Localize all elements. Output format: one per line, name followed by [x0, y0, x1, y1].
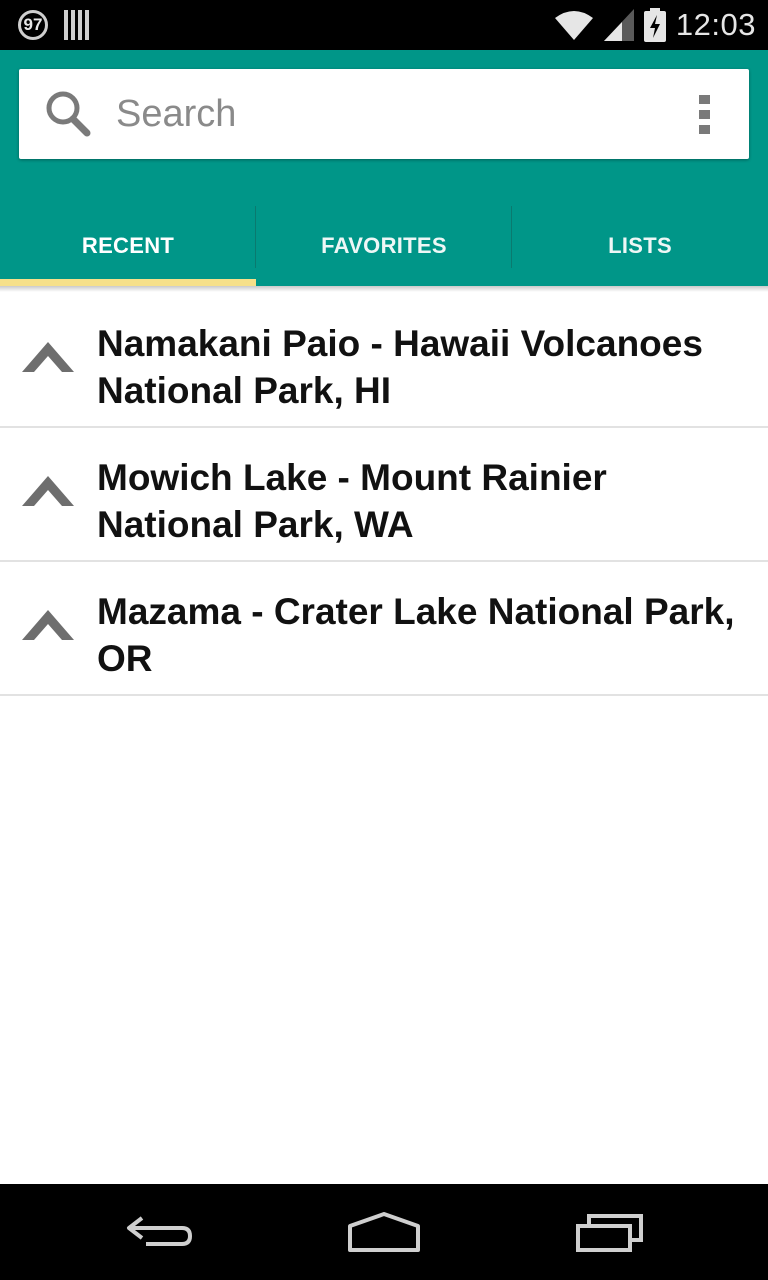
- tab-recent-label: RECENT: [81, 233, 175, 258]
- status-left: 97: [18, 8, 90, 42]
- tab-recent[interactable]: RECENT: [0, 206, 256, 286]
- tab-lists-label: LISTS: [608, 233, 672, 258]
- tab-favorites[interactable]: FAVORITES: [256, 206, 512, 286]
- campground-name: Namakani Paio - Hawaii Volcanoes Nationa…: [97, 323, 703, 411]
- tab-lists[interactable]: LISTS: [512, 206, 768, 286]
- notification-badge-count: 97: [23, 15, 43, 34]
- list-item[interactable]: Mowich Lake - Mount Rainier National Par…: [0, 428, 768, 562]
- recent-list: Namakani Paio - Hawaii Volcanoes Nationa…: [0, 294, 768, 696]
- tab-selected-indicator: [0, 279, 256, 286]
- signal-icon: [603, 9, 634, 41]
- wifi-icon: [554, 11, 593, 40]
- battery-charging-icon: [643, 8, 666, 42]
- search-icon[interactable]: [43, 89, 93, 139]
- search-bar[interactable]: Search: [19, 69, 749, 159]
- status-bar: 97 12:03: [0, 0, 768, 50]
- tab-favorites-label: FAVORITES: [321, 233, 447, 258]
- list-item[interactable]: Namakani Paio - Hawaii Volcanoes Nationa…: [0, 294, 768, 428]
- tab-bar: RECENT FAVORITES LISTS: [0, 206, 768, 286]
- home-icon[interactable]: [346, 1210, 422, 1254]
- back-icon[interactable]: [124, 1210, 194, 1254]
- app-bar: Search RECENT FAVORITES LISTS: [0, 50, 768, 286]
- overflow-menu-icon[interactable]: [698, 93, 712, 137]
- tent-icon: [22, 476, 74, 506]
- search-input[interactable]: Search: [116, 93, 236, 136]
- tent-icon: [22, 610, 74, 640]
- app-bar-shadow: [0, 286, 768, 292]
- list-item[interactable]: Mazama - Crater Lake National Park, OR: [0, 562, 768, 696]
- campground-name: Mazama - Crater Lake National Park, OR: [97, 591, 735, 679]
- tent-icon: [22, 342, 74, 372]
- clock: 12:03: [675, 7, 756, 42]
- navigation-bar: [0, 1184, 768, 1280]
- barcode-icon: [64, 10, 89, 40]
- status-right: 12:03: [554, 6, 756, 44]
- recents-icon[interactable]: [575, 1210, 645, 1254]
- campground-name: Mowich Lake - Mount Rainier National Par…: [97, 457, 607, 545]
- notification-97-icon: 97: [18, 10, 48, 40]
